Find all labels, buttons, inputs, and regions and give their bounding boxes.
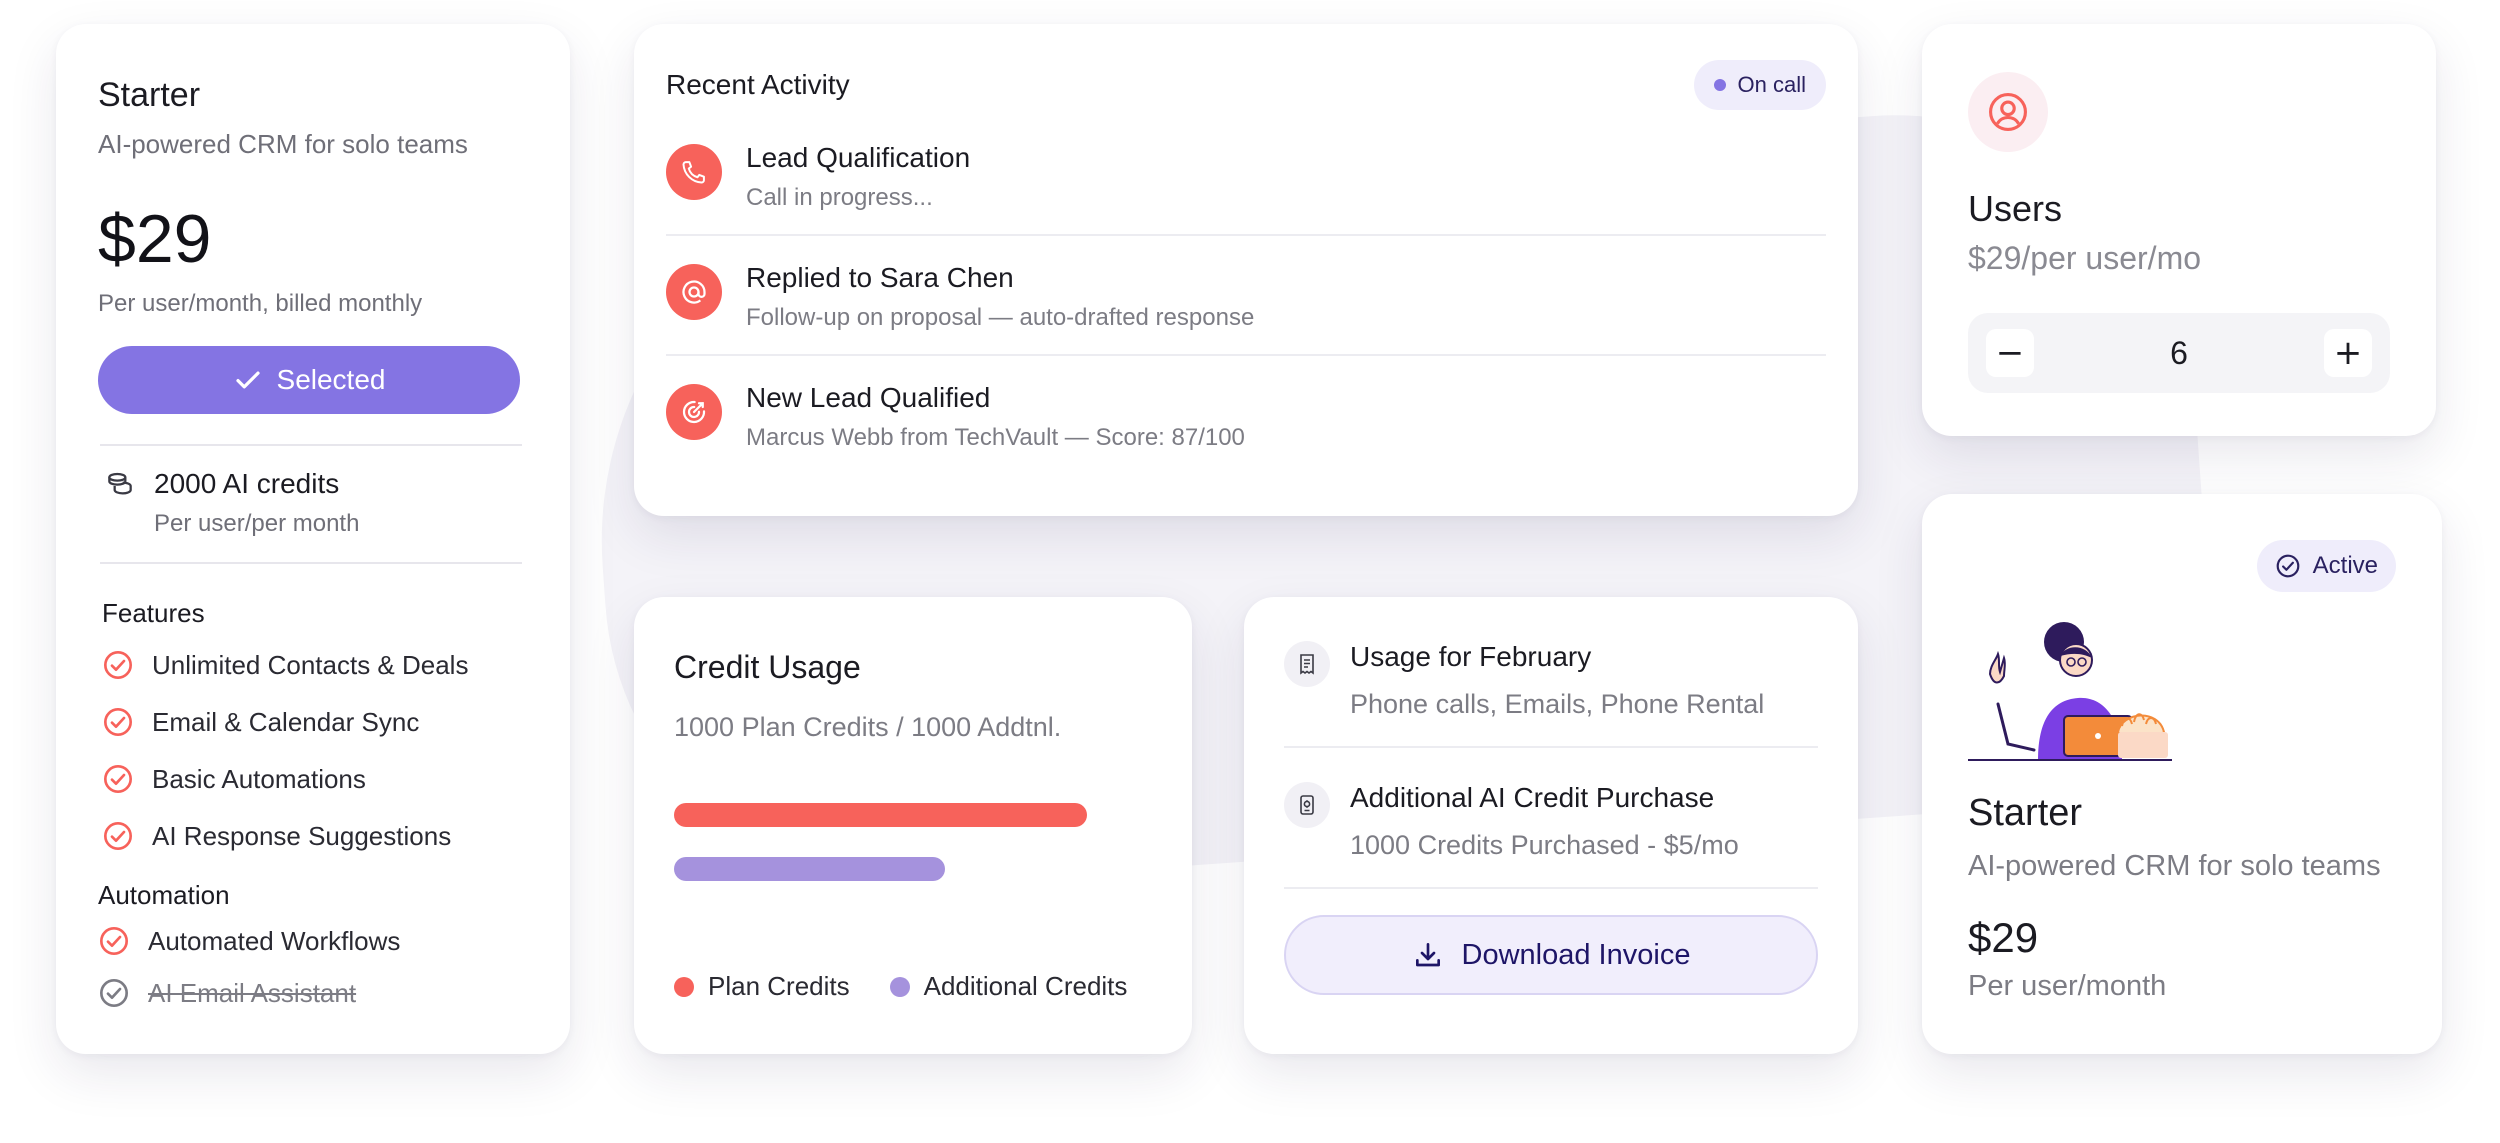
divider <box>100 444 522 446</box>
users-quantity-stepper: − 6 + <box>1968 313 2390 393</box>
feature-item: Basic Automations <box>102 763 528 795</box>
credit-usage-subtitle: 1000 Plan Credits / 1000 Addtnl. <box>674 712 1062 742</box>
feature-label: Unlimited Contacts & Deals <box>152 649 469 680</box>
users-card: Users $29/per user/mo − 6 + <box>1922 24 2436 436</box>
recent-activity-title: Recent Activity <box>666 69 850 100</box>
download-icon <box>1415 943 1440 967</box>
phone-icon <box>666 144 722 200</box>
active-plan-subtitle: AI-powered CRM for solo teams <box>1968 850 2381 882</box>
call-status-badge: On call <box>1693 60 1826 110</box>
activity-subtitle: Marcus Webb from TechVault — Score: 87/1… <box>746 424 1245 451</box>
legend-dot <box>889 976 910 997</box>
usage-title: Usage for February <box>1350 641 1592 672</box>
active-status-badge: Active <box>2256 540 2396 592</box>
active-plan-price-note: Per user/month <box>1968 970 2167 1002</box>
legend-item: Plan Credits <box>674 971 850 1002</box>
users-title: Users <box>1968 188 2063 229</box>
starter-plan-card: Starter AI-powered CRM for solo teams $2… <box>56 24 570 1054</box>
check-circle-icon <box>104 765 132 793</box>
usage-title: Additional AI Credit Purchase <box>1350 782 1715 813</box>
usage-item: Usage for February Phone calls, Emails, … <box>1284 641 1818 748</box>
receipt-icon <box>1284 641 1330 687</box>
call-status-label: On call <box>1737 72 1806 97</box>
automation-list: Automated Workflows AI Email Assistant <box>98 925 528 1009</box>
target-icon <box>666 384 722 440</box>
check-circle-icon <box>2276 554 2300 578</box>
usage-subtitle: 1000 Credits Purchased - $5/mo <box>1350 830 1739 860</box>
at-icon <box>666 264 722 320</box>
download-invoice-button[interactable]: Download Invoice <box>1284 915 1818 995</box>
active-plan-card: Active Starter AI-powered CRM for solo t… <box>1922 494 2442 1054</box>
feature-label: Basic Automations <box>152 763 366 794</box>
activity-title: New Lead Qualified <box>746 382 991 413</box>
feature-item: AI Response Suggestions <box>102 820 528 852</box>
legend-item: Additional Credits <box>889 971 1128 1002</box>
active-plan-title: Starter <box>1968 792 2083 834</box>
features-list: Unlimited Contacts & Deals Email & Calen… <box>98 649 528 852</box>
usage-subtitle: Phone calls, Emails, Phone Rental <box>1350 689 1765 719</box>
feature-label: AI Response Suggestions <box>152 820 452 851</box>
active-status-label: Active <box>2312 552 2378 579</box>
usage-item: Additional AI Credit Purchase 1000 Credi… <box>1284 782 1818 889</box>
activity-subtitle: Follow-up on proposal — auto-drafted res… <box>746 304 1255 331</box>
legend-dot <box>674 976 694 997</box>
plan-credits-bar-track <box>674 803 1118 827</box>
activity-item[interactable]: Replied to Sara Chen Follow-up on propos… <box>666 236 1826 356</box>
credits-period: Per user/per month <box>154 510 360 537</box>
feature-label: Email & Calendar Sync <box>152 706 420 737</box>
user-icon <box>1968 72 2048 152</box>
activity-title: Lead Qualification <box>746 142 971 173</box>
check-circle-icon <box>104 708 132 736</box>
activity-subtitle: Call in progress... <box>746 184 933 211</box>
feature-item: Email & Calendar Sync <box>102 706 528 738</box>
automation-label: AI Email Assistant <box>148 977 357 1008</box>
legend-label: Plan Credits <box>708 971 850 1001</box>
automation-heading: Automation <box>98 880 230 910</box>
status-dot <box>1713 79 1726 91</box>
check-circle-icon <box>104 822 132 850</box>
plan-price: $29 <box>98 201 212 277</box>
increment-button[interactable]: + <box>2323 329 2372 377</box>
additional-credits-bar <box>674 857 945 881</box>
recent-activity-card: Recent Activity On call Lead Qualificati… <box>634 24 1858 516</box>
check-circle-icon <box>100 927 128 955</box>
automation-item: Automated Workflows <box>98 925 528 957</box>
decrement-button[interactable]: − <box>1986 329 2034 377</box>
feature-item: Unlimited Contacts & Deals <box>102 649 528 681</box>
person-waving-illustration <box>1968 622 2172 761</box>
legend-label: Additional Credits <box>923 971 1128 1001</box>
plan-title: Starter <box>98 76 201 114</box>
plan-credits-bar <box>674 803 1087 827</box>
plan-subtitle: AI-powered CRM for solo teams <box>98 129 468 159</box>
download-invoice-label: Download Invoice <box>1461 938 1691 971</box>
features-heading: Features <box>102 598 205 628</box>
automation-item-disabled: AI Email Assistant <box>98 977 528 1009</box>
check-circle-icon <box>104 651 132 679</box>
credit-legend: Plan Credits Additional Credits <box>674 971 1152 1002</box>
activity-item[interactable]: New Lead Qualified Marcus Webb from Tech… <box>666 356 1826 474</box>
check-icon <box>235 371 260 389</box>
users-price: $29/per user/mo <box>1968 240 2202 276</box>
credits-row: 2000 AI credits Per user/per month <box>104 468 528 538</box>
selected-button-label: Selected <box>276 364 386 395</box>
credit-usage-card: Credit Usage 1000 Plan Credits / 1000 Ad… <box>634 597 1192 1054</box>
selected-button[interactable]: Selected <box>98 346 520 414</box>
additional-credits-bar-track <box>674 857 1118 881</box>
credit-receipt-icon <box>1284 782 1330 828</box>
active-plan-price: $29 <box>1968 914 2039 961</box>
plan-price-note: Per user/month, billed monthly <box>98 290 423 317</box>
divider <box>100 562 522 564</box>
activity-item[interactable]: Lead Qualification Call in progress... <box>666 116 1826 236</box>
coins-icon <box>108 472 132 495</box>
check-circle-icon <box>100 979 128 1007</box>
usage-invoice-card: Usage for February Phone calls, Emails, … <box>1244 597 1858 1054</box>
credit-usage-title: Credit Usage <box>674 649 861 685</box>
automation-label: Automated Workflows <box>148 925 401 956</box>
credits-amount: 2000 AI credits <box>154 468 340 499</box>
activity-title: Replied to Sara Chen <box>746 262 1014 293</box>
users-count[interactable]: 6 <box>2170 335 2188 372</box>
